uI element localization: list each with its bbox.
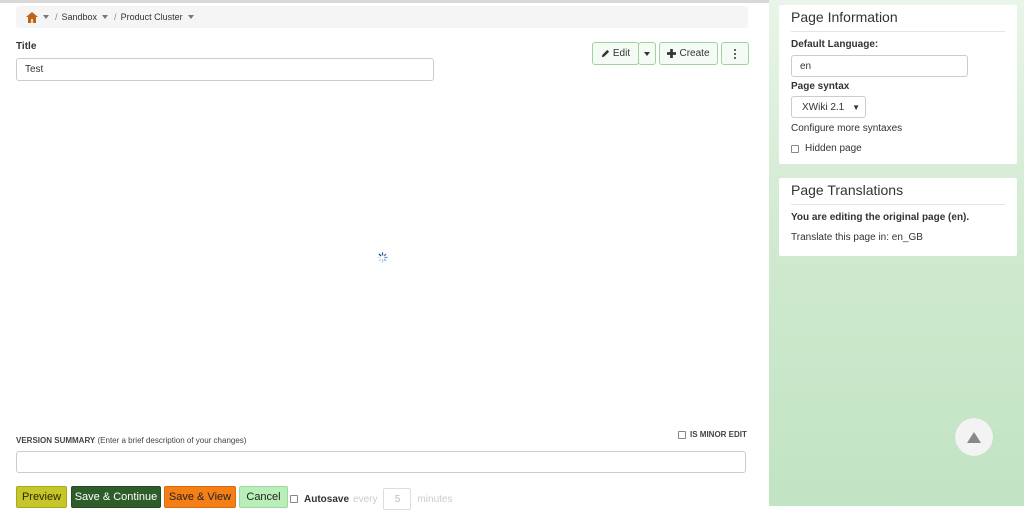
minor-edit-option[interactable]: IS MINOR EDIT [678, 430, 747, 439]
title-label: Title [16, 41, 37, 52]
chevron-down-icon[interactable] [102, 15, 109, 19]
autosave-minutes-label: minutes [417, 493, 453, 505]
default-language-label: Default Language: [791, 39, 879, 50]
preview-button[interactable]: Preview [16, 486, 67, 508]
autosave-control: Autosave every 5 minutes [290, 488, 452, 510]
breadcrumb-item-label: Sandbox [61, 12, 98, 22]
chevron-down-icon[interactable] [43, 15, 49, 19]
page-translations-title: Page Translations [791, 178, 1005, 205]
editing-original-text: You are editing the original page (en). [791, 212, 970, 223]
translate-page-text[interactable]: Translate this page in: en_GB [791, 232, 1005, 243]
page-information-panel: Page Information Default Language: en Pa… [779, 5, 1017, 164]
breadcrumb-home[interactable] [26, 11, 49, 23]
more-vertical-icon [734, 48, 736, 59]
pencil-icon [601, 49, 609, 58]
breadcrumb-separator: / [55, 12, 58, 22]
save-continue-button[interactable]: Save & Continue [71, 486, 161, 508]
arrow-up-icon [967, 431, 981, 443]
create-button-label: Create [679, 48, 710, 59]
page-syntax-select[interactable]: XWiki 2.1 ▼ [791, 96, 866, 118]
hidden-page-checkbox[interactable] [791, 144, 799, 153]
edit-button-label: Edit [612, 48, 631, 59]
minor-edit-label: IS MINOR EDIT [690, 430, 747, 439]
select-arrow-icon: ▼ [852, 102, 860, 112]
edit-button[interactable]: Edit [592, 42, 639, 65]
plus-icon [667, 49, 677, 58]
chevron-down-icon[interactable] [187, 15, 194, 19]
create-button[interactable]: Create [659, 42, 718, 65]
hidden-page-label: Hidden page [805, 143, 862, 154]
version-summary-input[interactable] [16, 451, 746, 473]
default-language-input[interactable]: en [791, 55, 968, 77]
page-information-title: Page Information [791, 5, 1005, 32]
autosave-every-label: every [353, 493, 378, 505]
page-syntax-label: Page syntax [791, 81, 850, 92]
autosave-minutes-input[interactable]: 5 [383, 488, 412, 510]
cancel-button[interactable]: Cancel [239, 486, 288, 508]
breadcrumb-item-label: Product Cluster [120, 12, 183, 22]
autosave-checkbox[interactable] [290, 495, 298, 503]
scroll-to-top-button[interactable] [955, 418, 993, 456]
minor-edit-checkbox[interactable] [678, 430, 686, 439]
edit-menu-toggle[interactable] [638, 42, 656, 65]
loading-spinner-icon [377, 252, 388, 263]
more-actions-button[interactable] [721, 42, 749, 65]
breadcrumb-item-sandbox[interactable]: Sandbox [62, 12, 109, 22]
autosave-label: Autosave [304, 493, 350, 505]
breadcrumb: / Sandbox / Product Cluster [16, 6, 748, 28]
chevron-down-icon [644, 51, 650, 56]
page-translations-panel: Page Translations You are editing the or… [779, 178, 1017, 256]
version-summary-title: VERSION SUMMARY [16, 436, 96, 445]
hidden-page-option[interactable]: Hidden page [791, 143, 1005, 154]
configure-syntaxes-link[interactable]: Configure more syntaxes [791, 123, 1005, 134]
page-syntax-value: XWiki 2.1 [802, 101, 845, 113]
save-view-button[interactable]: Save & View [164, 486, 236, 508]
title-input[interactable] [16, 58, 434, 81]
breadcrumb-item-product-cluster[interactable]: Product Cluster [121, 12, 194, 22]
home-icon [26, 11, 38, 23]
version-summary-hint: (Enter a brief description of your chang… [97, 436, 247, 445]
version-summary-label: VERSION SUMMARY (Enter a brief descripti… [16, 436, 246, 445]
breadcrumb-separator: / [114, 12, 117, 22]
